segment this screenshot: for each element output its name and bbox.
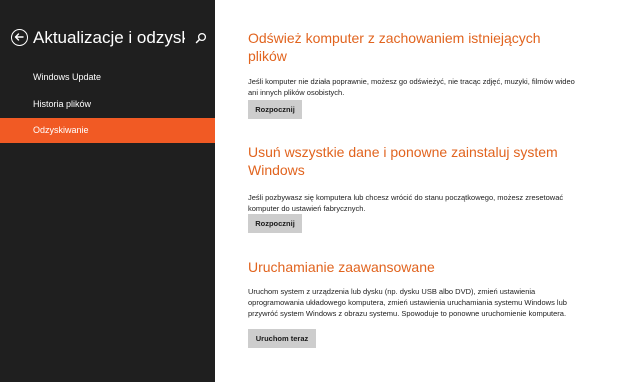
search-icon[interactable] <box>195 32 207 44</box>
section-description-advanced-startup: Uruchom system z urządzenia lub dysku (n… <box>248 287 567 318</box>
section-heading-advanced-startup: Uruchamianie zaawansowane <box>248 259 435 275</box>
restart-now-button[interactable]: Uruchom teraz <box>248 329 316 348</box>
sidebar-title: Aktualizacje i odzyskiwa… <box>33 28 185 47</box>
sidebar-item-label: Windows Update <box>33 72 102 82</box>
section-description-refresh: Jeśli komputer nie działa poprawnie, moż… <box>248 77 575 97</box>
sidebar-item-odzyskiwanie[interactable]: Odzyskiwanie <box>0 118 215 143</box>
sidebar-item-windows-update[interactable]: Windows Update <box>0 65 215 90</box>
reset-start-button[interactable]: Rozpocznij <box>248 214 302 233</box>
section-heading-refresh: Odśwież komputer z zachowaniem istniejąc… <box>248 30 541 64</box>
sidebar-item-label: Odzyskiwanie <box>33 125 89 135</box>
back-button[interactable] <box>11 29 28 46</box>
sidebar-item-historia-plikow[interactable]: Historia plików <box>0 92 215 117</box>
refresh-start-button[interactable]: Rozpocznij <box>248 100 302 119</box>
section-description-reset: Jeśli pozbywasz się komputera lub chcesz… <box>248 193 564 213</box>
back-arrow-icon <box>14 33 24 41</box>
section-heading-reset: Usuń wszystkie dane i ponowne zainstaluj… <box>248 144 558 178</box>
sidebar: Aktualizacje i odzyskiwa… Windows Update… <box>0 0 215 382</box>
sidebar-item-label: Historia plików <box>33 99 92 109</box>
